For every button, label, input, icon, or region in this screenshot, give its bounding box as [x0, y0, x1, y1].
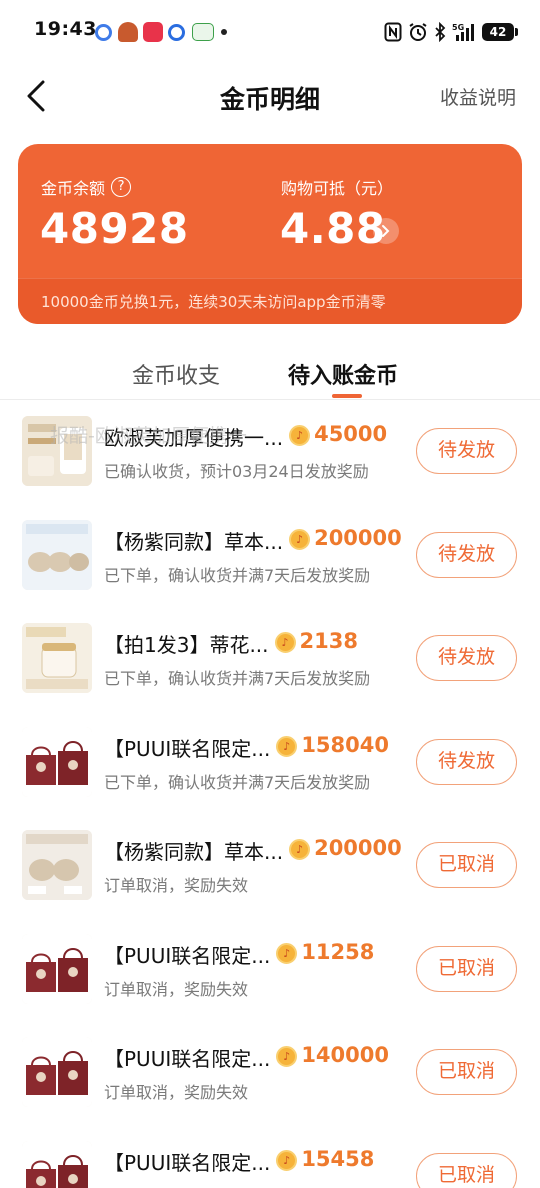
- product-title: 【拍1发3】蒂花...: [104, 633, 269, 657]
- product-title: 【PUUI联名限定...: [104, 1047, 271, 1071]
- system-icons: 5G 42: [384, 20, 518, 44]
- product-title: 【PUUI联名限定...: [104, 1150, 271, 1175]
- nfc-icon: [384, 22, 402, 42]
- coin-amount: 11258: [301, 939, 375, 964]
- more-notifications-icon: [221, 29, 227, 35]
- tab-bar: 金币收支 待入账金币: [0, 350, 540, 398]
- coin-icon: [289, 425, 311, 446]
- list-item[interactable]: 【PUUI联名限定... 11258 订单取消，奖励失效 已取消: [0, 918, 540, 1022]
- exchange-note: 10000金币兑换1元，连续30天未访问app金币清零: [41, 293, 386, 311]
- product-title: 【杨紫同款】草本...: [104, 840, 284, 864]
- tab-pending-coins[interactable]: 待入账金币: [288, 358, 398, 390]
- tab-active-indicator: [332, 394, 362, 398]
- watermark: 报酷-欧淑芙加厚便携一: [50, 425, 247, 447]
- coin-icon: [276, 1149, 298, 1171]
- list-item[interactable]: 【PUUI联名限定... 158040 已下单，确认收货并满7天后发放奖励 待发放: [0, 711, 540, 815]
- header: 金币明细 收益说明: [0, 64, 540, 128]
- coin-icon: [276, 735, 298, 757]
- tab-coin-income-expense[interactable]: 金币收支: [132, 358, 220, 390]
- list-item[interactable]: 【PUUI联名限定... 15458 订单取消，奖励失效 已取消: [0, 1125, 540, 1188]
- question-icon[interactable]: ?: [111, 177, 132, 197]
- signal-icon: 5G: [452, 23, 474, 41]
- coin-icon: [274, 632, 296, 653]
- coin-amount: 158040: [301, 732, 389, 757]
- product-thumbnail[interactable]: [22, 830, 92, 900]
- status-button[interactable]: 已取消: [416, 842, 517, 888]
- product-thumbnail[interactable]: [22, 933, 92, 1004]
- product-thumbnail[interactable]: [22, 519, 92, 590]
- deduct-label-text: 购物可抵（元）: [281, 179, 394, 198]
- coin-icon: [289, 528, 311, 550]
- list-item[interactable]: 【杨紫同款】草本... 200000 已下单，确认收货并满7天后发放奖励 待发放: [0, 504, 540, 608]
- svg-text:5G: 5G: [452, 23, 464, 32]
- coin-amount: 15458: [301, 1146, 375, 1171]
- list-item[interactable]: 欧淑芙加厚便携一...45000已确认收货，预计03月24日发放奖励待发放: [0, 400, 540, 504]
- reward-status-text: 订单取消，奖励失效: [104, 979, 249, 999]
- coin-icon: [289, 839, 311, 860]
- coin-icon: [276, 942, 298, 964]
- status-button[interactable]: 待发放: [416, 531, 517, 578]
- notification-app-icon: [192, 23, 214, 41]
- list-item[interactable]: 【PUUI联名限定... 140000 订单取消，奖励失效 已取消: [0, 1021, 540, 1125]
- status-button[interactable]: 已取消: [416, 1152, 517, 1188]
- product-thumbnail[interactable]: [22, 623, 92, 693]
- notification-app-icon: [95, 24, 112, 41]
- coin-amount: 200000: [314, 525, 402, 550]
- card-footer: 10000金币兑换1元，连续30天未访问app金币清零: [18, 278, 522, 324]
- list-item[interactable]: 【杨紫同款】草本... 200000 订单取消，奖励失效 已取消: [0, 814, 540, 918]
- coin-icon: [276, 1046, 298, 1067]
- product-title: 【PUUI联名限定...: [104, 943, 271, 968]
- notification-app-icon: [143, 22, 163, 42]
- product-thumbnail[interactable]: [22, 726, 92, 797]
- reward-status-text: 已下单，确认收货并满7天后发放奖励: [104, 565, 371, 585]
- battery-indicator: 42: [482, 23, 518, 41]
- coin-amount: 140000: [301, 1043, 389, 1067]
- status-bar: 19:43 5G 42: [0, 0, 540, 64]
- bluetooth-icon: [435, 22, 446, 42]
- notification-app-icon: [168, 24, 185, 41]
- reward-status-text: 已下单，确认收货并满7天后发放奖励: [104, 772, 371, 792]
- balance-label: 金币余额 ?: [41, 175, 132, 199]
- chevron-right-icon[interactable]: [373, 218, 399, 244]
- balance-card: 金币余额 ? 48928 购物可抵（元） 4.88 10000金币兑换1元，连续…: [18, 144, 522, 324]
- list-item[interactable]: 【拍1发3】蒂花... 2138 已下单，确认收货并满7天后发放奖励 待发放: [0, 607, 540, 711]
- coin-amount: 200000: [314, 836, 402, 860]
- status-button[interactable]: 待发放: [416, 635, 517, 681]
- status-button[interactable]: 待发放: [416, 738, 517, 785]
- status-button[interactable]: 已取消: [416, 945, 517, 992]
- coin-amount: 2138: [299, 629, 358, 653]
- product-thumbnail[interactable]: [22, 1037, 92, 1107]
- reward-status-text: 订单取消，奖励失效: [104, 1083, 249, 1102]
- reward-status-text: 已确认收货，预计03月24日发放奖励: [104, 462, 369, 481]
- balance-label-text: 金币余额: [41, 179, 106, 198]
- product-title: 【杨紫同款】草本...: [104, 529, 284, 554]
- status-button[interactable]: 待发放: [416, 428, 517, 474]
- deduct-label: 购物可抵（元）: [281, 175, 393, 199]
- alarm-icon: [409, 23, 427, 41]
- product-thumbnail[interactable]: [22, 1140, 92, 1188]
- product-title: 【PUUI联名限定...: [104, 736, 271, 761]
- reward-status-text: 已下单，确认收货并满7天后发放奖励: [104, 669, 371, 688]
- reward-status-text: 订单取消，奖励失效: [104, 1183, 248, 1188]
- balance-value: 48928: [40, 204, 189, 253]
- status-button[interactable]: 已取消: [416, 1049, 517, 1095]
- earnings-info-link[interactable]: 收益说明: [440, 83, 516, 110]
- reward-status-text: 订单取消，奖励失效: [104, 876, 249, 895]
- coin-amount: 45000: [314, 422, 388, 446]
- status-time: 19:43: [34, 18, 97, 40]
- deduct-value[interactable]: 4.88: [280, 204, 386, 253]
- notification-app-icon: [118, 22, 138, 42]
